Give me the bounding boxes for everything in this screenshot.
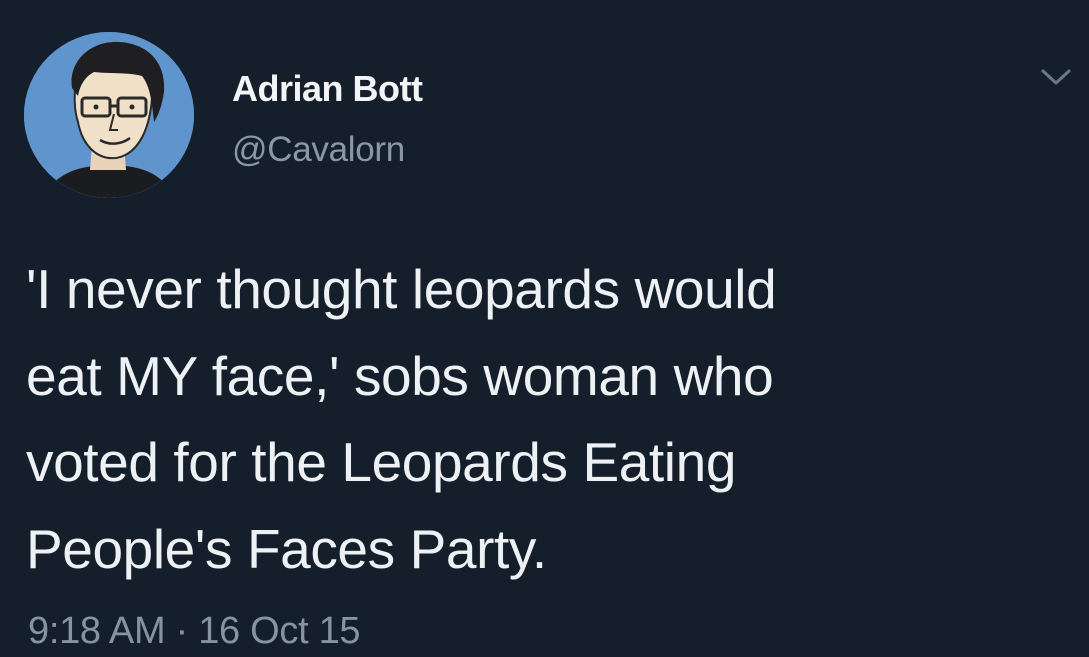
tweet-text-line: 'I never thought leopards would: [26, 258, 777, 320]
tweet-card: Adrian Bott @Cavalorn 'I never thought l…: [0, 0, 1089, 657]
tweet-text-line: eat MY face,' sobs woman who: [26, 344, 774, 407]
chevron-down-icon[interactable]: [1040, 66, 1072, 88]
tweet-timestamp[interactable]: 9:18 AM · 16 Oct 15: [28, 610, 361, 653]
avatar[interactable]: [24, 32, 194, 198]
timestamp-separator: ·: [165, 610, 199, 652]
tweet-text-line: People's Faces Party.: [26, 517, 547, 580]
tweet-time: 9:18 AM: [28, 610, 166, 652]
author-display-name[interactable]: Adrian Bott: [232, 68, 423, 110]
avatar-portrait-icon: [24, 32, 194, 198]
tweet-text: 'I never thought leopards would eat MY f…: [26, 246, 1046, 592]
author-handle[interactable]: @Cavalorn: [232, 130, 405, 170]
tweet-date: 16 Oct 15: [198, 610, 361, 652]
tweet-text-line: voted for the Leopards Eating: [26, 431, 737, 493]
